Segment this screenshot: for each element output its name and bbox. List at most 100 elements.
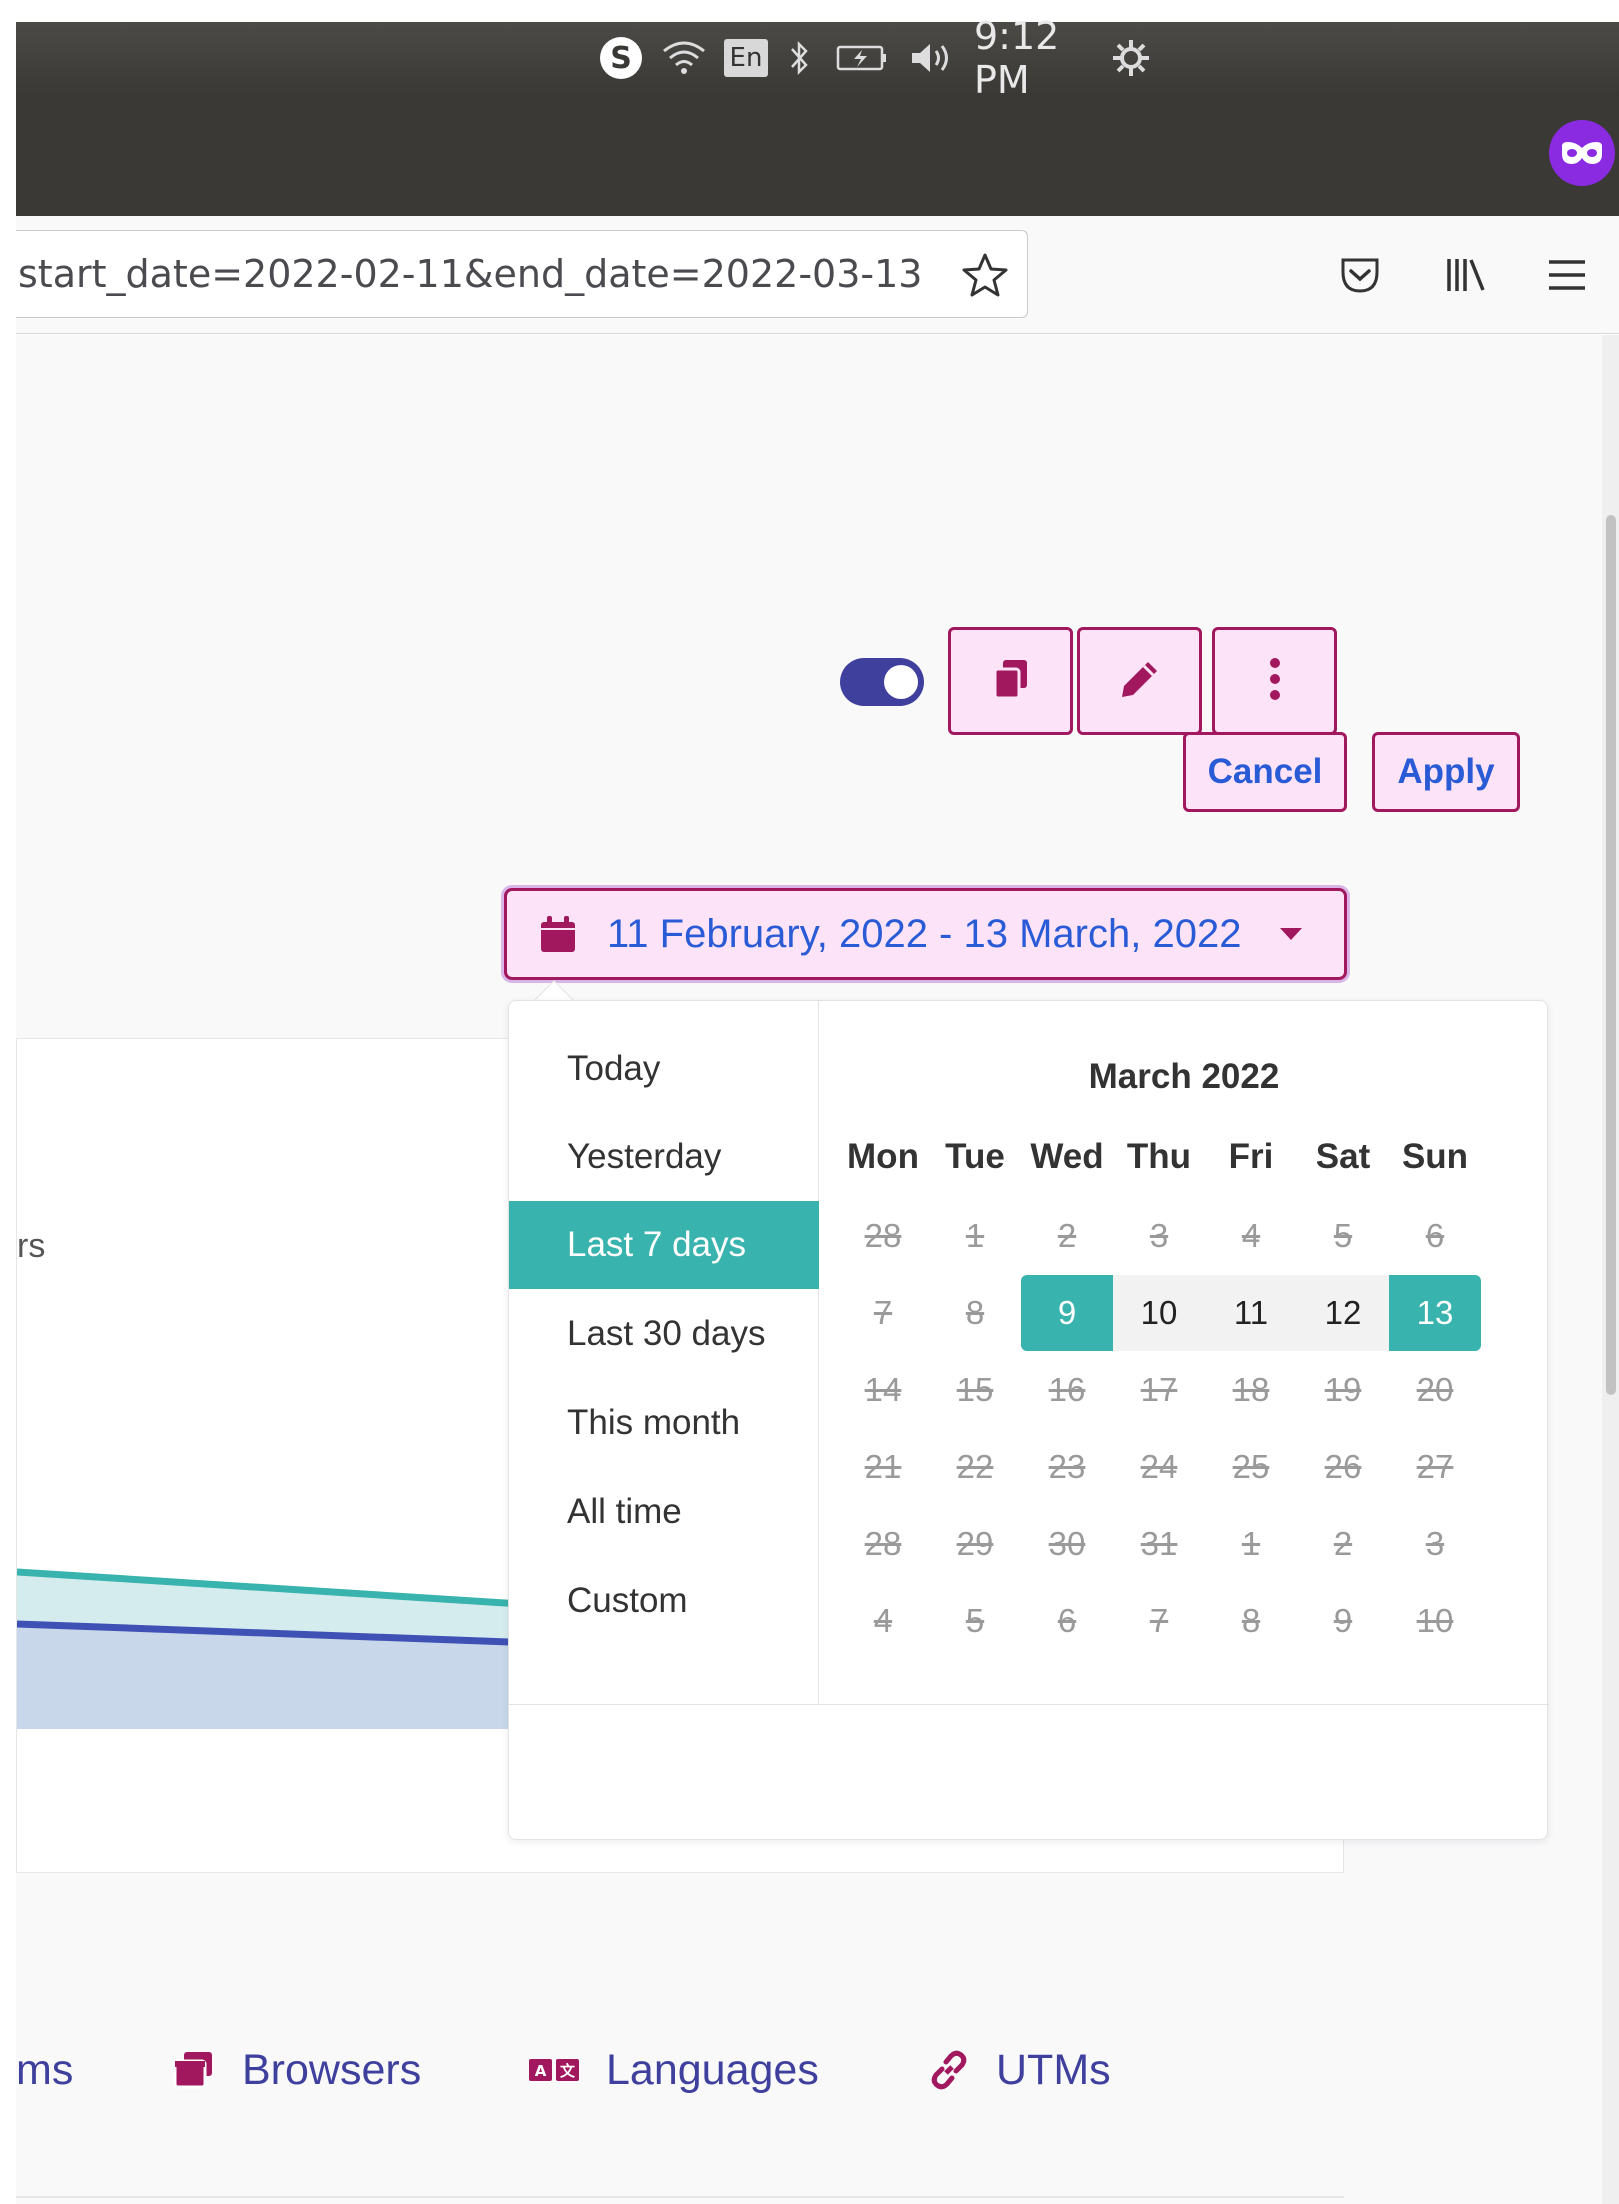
browser-titlebar [16,94,1619,216]
weekday-sun: Sun [1401,1137,1469,1176]
range-last-30-days[interactable]: Last 30 days [509,1290,819,1378]
date-range-button[interactable]: 11 February, 2022 - 13 March, 2022 [504,888,1347,980]
battery-charging-icon[interactable] [834,22,890,94]
weekday-thu: Thu [1126,1137,1192,1176]
weekday-mon: Mon [847,1137,919,1176]
calendar-day-disabled: 20 [1416,1371,1454,1408]
calendar-day-disabled: 8 [965,1294,985,1331]
wifi-icon[interactable] [656,22,712,94]
calendar-icon [539,914,577,954]
range-today[interactable]: Today [509,1025,819,1113]
calendar-day-disabled: 14 [864,1371,902,1408]
hamburger-menu-icon[interactable] [1532,240,1602,310]
power-settings-icon[interactable] [1108,22,1154,94]
url-text: start_date=2022-02-11&end_date=2022-03-1… [18,252,923,296]
calendar-day-selectable[interactable]: 12 [1297,1275,1389,1351]
calendar-day-disabled: 23 [1048,1448,1086,1485]
calendar-day-disabled: 18 [1232,1371,1270,1408]
calendar-day-selectable[interactable]: 11 [1205,1275,1297,1351]
calendar-day-disabled: 27 [1416,1448,1454,1485]
calendar-day-disabled: 5 [1333,1217,1353,1254]
pocket-icon[interactable] [1325,240,1395,310]
range-all-time[interactable]: All time [509,1468,819,1556]
calendar-day-disabled: 22 [956,1448,994,1485]
keyboard-layout-label: En [723,39,769,77]
tab-languages[interactable]: A文 Languages [528,2040,819,2100]
clock-label: 9:12 PM [974,14,1060,102]
copy-icon [992,658,1030,705]
bookmark-star-icon[interactable] [950,240,1020,310]
calendar-day-disabled: 1 [1241,1525,1261,1562]
bluetooth-icon[interactable] [784,22,814,94]
calendar-day-disabled: 6 [1425,1217,1445,1254]
calendar-day-disabled: 6 [1057,1602,1077,1639]
calendar-day-disabled: 10 [1416,1602,1454,1639]
calendar-day-disabled: 7 [873,1294,893,1331]
tab-utms[interactable]: UTMs [928,2040,1111,2100]
tab-label: UTMs [996,2045,1111,2094]
calendar-day-disabled: 16 [1048,1371,1086,1408]
more-options-button[interactable] [1212,627,1337,735]
calendar-day-disabled: 26 [1324,1448,1362,1485]
tab-label: Languages [606,2045,819,2094]
calendar-day-disabled: 4 [873,1602,893,1639]
range-custom[interactable]: Custom [509,1557,819,1645]
calendar-day-disabled: 19 [1324,1371,1362,1408]
svg-text:S: S [610,41,632,76]
range-last-7-days[interactable]: Last 7 days [509,1201,819,1289]
calendar-day-disabled: 30 [1048,1525,1086,1562]
calendar-day-selectable[interactable]: 10 [1113,1275,1205,1351]
skype-icon[interactable]: S [594,22,648,94]
weekday-sat: Sat [1315,1137,1371,1176]
visitors-chart [17,1568,537,1729]
copy-button[interactable] [948,627,1073,735]
tab-label: Browsers [242,2045,422,2094]
calendar-day-disabled: 3 [1425,1525,1445,1562]
range-this-month[interactable]: This month [509,1379,819,1467]
toggle-knob [884,665,918,699]
edit-button[interactable] [1077,627,1202,735]
volume-icon[interactable] [906,22,958,94]
calendar-day-disabled: 25 [1232,1448,1270,1485]
calendar-day-disabled: 4 [1241,1217,1261,1254]
dark-mode-toggle[interactable] [840,658,924,706]
link-icon [928,2049,970,2091]
cancel-button[interactable]: Cancel [1183,732,1347,812]
svg-text:A: A [535,2062,547,2080]
calendar-day-selectable[interactable]: 13 [1389,1275,1481,1351]
tab-browsers[interactable]: Browsers [172,2040,421,2100]
calendar: March 2022 Mon Tue Wed Thu Fri Sat Sun 28 1 2 3 4 5… [819,1001,1549,1704]
range-presets: Today Yesterday Last 7 days Last 30 days… [509,1001,819,1704]
calendar-day-disabled: 28 [864,1525,902,1562]
svg-text:文: 文 [560,2062,576,2080]
range-yesterday[interactable]: Yesterday [509,1113,819,1201]
clock[interactable]: 9:12 PM [974,14,1094,102]
calendar-day-disabled: 3 [1149,1217,1169,1254]
picker-footer [509,1704,1549,1841]
calendar-day-disabled: 5 [965,1602,985,1639]
calendar-day-disabled: 9 [1333,1602,1353,1639]
keyboard-layout-icon[interactable]: En [723,22,769,94]
calendar-day-selectable[interactable]: 9 [1021,1275,1113,1351]
calendar-day-disabled: 17 [1140,1371,1178,1408]
month-title: March 2022 [1088,1057,1280,1096]
weekday-fri: Fri [1228,1137,1274,1176]
private-browsing-mask-icon [1549,120,1615,186]
scrollbar-thumb[interactable] [1606,515,1616,1395]
url-field[interactable]: start_date=2022-02-11&end_date=2022-03-1… [16,230,1028,318]
weekday-tue: Tue [945,1137,1005,1176]
date-range-picker: Today Yesterday Last 7 days Last 30 days… [508,1000,1549,1841]
calendar-day-disabled: 21 [864,1448,902,1485]
library-icon[interactable] [1430,240,1500,310]
calendar-day-disabled: 7 [1149,1602,1169,1639]
browsers-icon [172,2050,216,2090]
weekday-wed: Wed [1030,1137,1104,1176]
caret-down-icon [1279,927,1303,941]
calendar-day-disabled: 2 [1333,1525,1353,1562]
date-range-label: 11 February, 2022 - 13 March, 2022 [607,911,1242,956]
calendar-day-disabled: 2 [1057,1217,1077,1254]
calendar-day-disabled: 1 [965,1217,985,1254]
tab-systems[interactable]: ms [16,2040,73,2100]
calendar-day-disabled: 8 [1241,1602,1261,1639]
apply-button[interactable]: Apply [1372,732,1520,812]
